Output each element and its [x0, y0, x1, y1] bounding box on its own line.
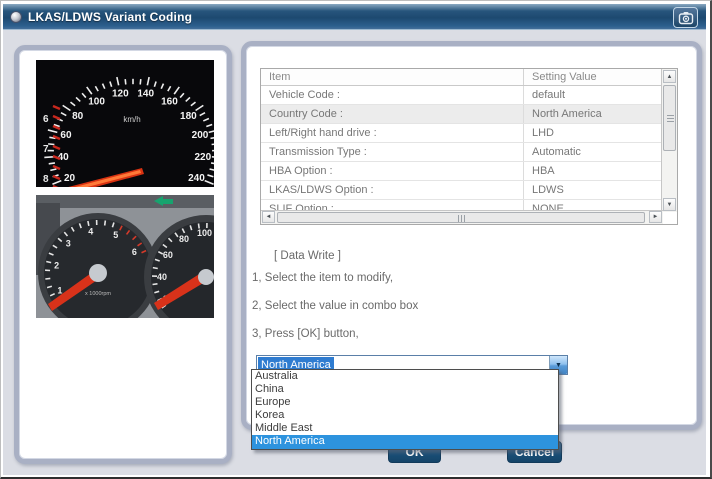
svg-text:60: 60: [60, 130, 72, 141]
titlebar: LKAS/LDWS Variant Coding: [3, 4, 706, 30]
row-setting-value: North America: [532, 108, 602, 120]
svg-text:x 1000rpm: x 1000rpm: [85, 291, 111, 297]
row-setting-value: Automatic: [532, 146, 581, 158]
row-setting-value: default: [532, 89, 566, 101]
option-middle-east[interactable]: Middle East: [252, 422, 558, 435]
variant-coding-window: LKAS/LDWS Variant Coding 20 40 60 80 100 120 1…: [0, 0, 712, 479]
svg-text:40: 40: [157, 272, 167, 282]
cluster-day-photo: 123456x 1000rpm20406080100: [36, 195, 214, 318]
svg-text:5: 5: [113, 230, 118, 240]
svg-text:4: 4: [88, 227, 93, 237]
scroll-left-icon: ◄: [265, 214, 272, 220]
thumb-grip-icon: [458, 215, 466, 222]
instruction-step-2: 2, Select the value in combo box: [252, 300, 419, 312]
scroll-right-button[interactable]: ►: [649, 211, 662, 223]
cluster-day-gauge: 123456x 1000rpm20406080100: [36, 195, 214, 318]
svg-text:160: 160: [161, 96, 178, 107]
table-row[interactable]: Transmission Type : Automatic: [261, 143, 661, 162]
row-item-label: Vehicle Code :: [261, 86, 524, 104]
thumb-grip-icon: [667, 115, 674, 122]
svg-text:100: 100: [197, 228, 212, 238]
svg-text:180: 180: [180, 111, 197, 122]
option-china[interactable]: China: [252, 383, 558, 396]
svg-text:6: 6: [132, 247, 137, 257]
row-setting-value: LDWS: [532, 184, 564, 196]
camera-icon: [678, 11, 693, 24]
svg-text:120: 120: [112, 88, 129, 99]
combobox-option-list: Australia China Europe Korea Middle East…: [251, 369, 559, 450]
option-australia[interactable]: Australia: [252, 370, 558, 383]
row-setting-value: HBA: [532, 165, 555, 177]
row-item-label: Transmission Type :: [261, 143, 524, 161]
scroll-up-icon: ▲: [666, 73, 673, 80]
row-item-label: HBA Option :: [261, 162, 524, 180]
scroll-left-button[interactable]: ◄: [262, 211, 275, 223]
svg-text:8: 8: [43, 174, 49, 185]
svg-text:220: 220: [194, 152, 211, 163]
image-panel: 20 40 60 80 100 120 140 160 180 200 220 240 km/h 6 7 8 …: [14, 45, 232, 464]
table-row[interactable]: LKAS/LDWS Option : LDWS: [261, 181, 661, 200]
svg-text:40: 40: [58, 152, 70, 163]
svg-text:7: 7: [43, 144, 49, 155]
horizontal-scrollbar[interactable]: ◄ ►: [261, 210, 663, 224]
column-header-item: Item: [261, 69, 524, 85]
instruction-step-1: 1, Select the item to modify,: [252, 272, 394, 284]
speedometer-night-gauge: 20 40 6080 100 120 140 160180 200 220 240 km/h 6 7 8: [36, 60, 214, 187]
scroll-down-button[interactable]: ▼: [663, 198, 676, 211]
app-sphere-icon: [10, 10, 22, 23]
vertical-scrollbar[interactable]: ▲ ▼: [661, 69, 677, 212]
row-item-label: Country Code :: [261, 105, 524, 123]
svg-text:100: 100: [88, 96, 105, 107]
column-header-setting-value: Setting Value: [532, 71, 597, 83]
screenshot-button[interactable]: [673, 7, 698, 28]
option-north-america[interactable]: North America: [252, 435, 558, 449]
data-write-heading: [ Data Write ]: [274, 250, 341, 262]
horizontal-scroll-thumb[interactable]: [277, 212, 645, 223]
table-row[interactable]: Vehicle Code : default: [261, 86, 661, 105]
row-item-label: Left/Right hand drive :: [261, 124, 524, 142]
scroll-up-button[interactable]: ▲: [663, 70, 676, 83]
svg-text:140: 140: [137, 88, 154, 99]
svg-text:3: 3: [66, 238, 71, 248]
svg-text:6: 6: [43, 114, 49, 125]
speedometer-night-photo: 20 40 60 80 100 120 140 160 180 200 220 240 km/h 6 7 8: [36, 60, 214, 187]
svg-text:80: 80: [72, 111, 84, 122]
window-title: LKAS/LDWS Variant Coding: [28, 9, 193, 24]
svg-text:200: 200: [192, 130, 209, 141]
option-korea[interactable]: Korea: [252, 409, 558, 422]
vertical-scroll-thumb[interactable]: [663, 85, 676, 151]
row-setting-value: LHD: [532, 127, 555, 139]
chevron-down-icon: ▼: [555, 361, 562, 369]
svg-text:240: 240: [188, 173, 205, 184]
option-europe[interactable]: Europe: [252, 396, 558, 409]
svg-text:60: 60: [163, 250, 173, 260]
svg-text:2: 2: [54, 261, 59, 271]
settings-table: Item Setting Value Vehicle Code : defaul…: [260, 68, 678, 225]
instruction-step-3: 3, Press [OK] button,: [252, 328, 359, 340]
scroll-right-icon: ►: [652, 214, 659, 220]
svg-text:80: 80: [179, 234, 189, 244]
table-header: Item Setting Value: [261, 69, 661, 86]
scroll-down-icon: ▼: [666, 201, 673, 208]
row-item-label: LKAS/LDWS Option :: [261, 181, 524, 199]
svg-text:20: 20: [64, 173, 76, 184]
table-body: Vehicle Code : default Country Code : No…: [261, 86, 661, 212]
svg-text:km/h: km/h: [123, 115, 140, 124]
table-row[interactable]: Left/Right hand drive : LHD: [261, 124, 661, 143]
table-row[interactable]: HBA Option : HBA: [261, 162, 661, 181]
table-row-selected[interactable]: Country Code : North America: [261, 105, 661, 124]
